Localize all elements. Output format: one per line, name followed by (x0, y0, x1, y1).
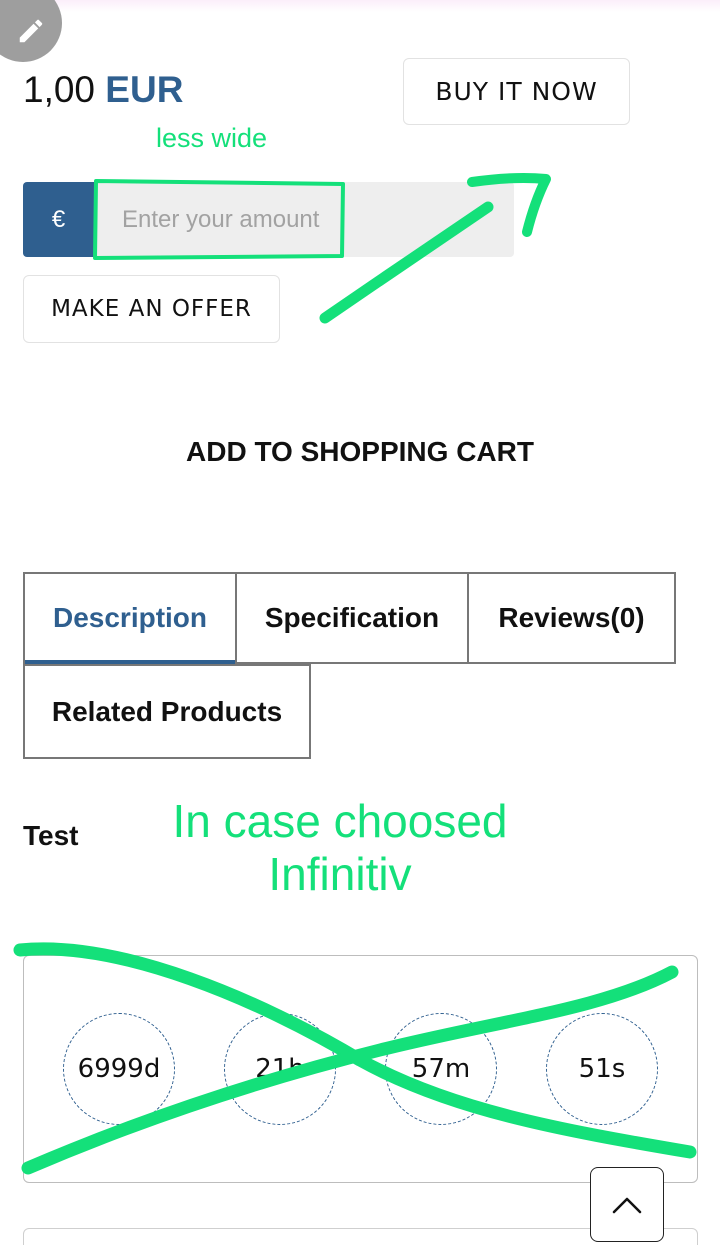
annotation-line-1: In case choosed (172, 795, 508, 847)
countdown-timer: 6999d 21h 57m 51s (23, 955, 698, 1183)
countdown-days: 6999d (63, 1013, 175, 1125)
tab-related-products[interactable]: Related Products (23, 664, 311, 759)
product-price: 1,00 EUR (23, 68, 183, 112)
currency-addon: € (23, 182, 94, 257)
annotation-line-2: Infinitiv (268, 848, 412, 900)
buy-it-now-button[interactable]: BUY IT NOW (403, 58, 630, 125)
tab-specification[interactable]: Specification (235, 572, 469, 664)
annotation-less-wide: less wide (156, 123, 268, 153)
make-an-offer-button[interactable]: MAKE AN OFFER (23, 275, 280, 343)
price-currency: EUR (105, 69, 184, 110)
top-strip (0, 0, 720, 12)
tab-description[interactable]: Description (23, 572, 237, 664)
pencil-icon (19, 19, 43, 43)
offer-amount-group: € (23, 182, 514, 257)
tab-reviews[interactable]: Reviews(0) (467, 572, 676, 664)
offer-amount-input[interactable] (94, 182, 514, 257)
edit-button[interactable] (0, 0, 62, 62)
price-amount: 1,00 (23, 69, 96, 110)
countdown-seconds: 51s (546, 1013, 658, 1125)
add-to-cart-button[interactable]: ADD TO SHOPPING CART (0, 436, 720, 468)
countdown-hours: 21h (224, 1013, 336, 1125)
annotation-infinitiv-note: In case choosed Infinitiv (150, 795, 530, 901)
chevron-up-icon (612, 1197, 642, 1213)
countdown-minutes: 57m (385, 1013, 497, 1125)
scroll-to-top-button[interactable] (590, 1167, 664, 1242)
description-content: Test (23, 820, 79, 851)
